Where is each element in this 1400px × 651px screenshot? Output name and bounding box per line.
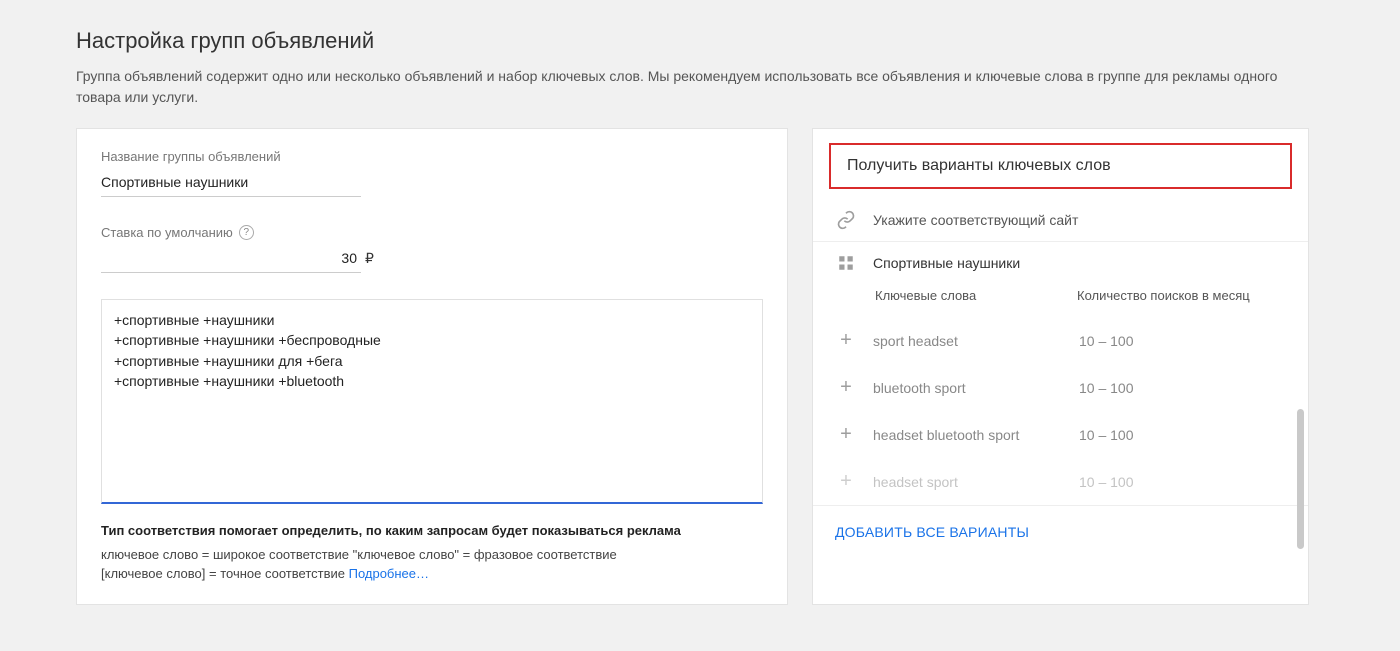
grid-icon [835,252,857,274]
suggestion-count: 10 – 100 [1079,474,1286,490]
suggestion-count: 10 – 100 [1079,427,1286,443]
keyword-suggestions-card: Получить варианты ключевых слов Укажите … [812,128,1309,605]
group-name-input[interactable] [101,170,361,197]
add-keyword-icon[interactable]: + [835,329,857,352]
ad-group-card: Название группы объявлений Ставка по умо… [76,128,788,605]
suggestion-name: sport headset [873,333,1063,349]
suggestion-name: bluetooth sport [873,380,1063,396]
col-keywords: Ключевые слова [875,288,1065,303]
suggestion-row: + sport headset 10 – 100 [835,317,1286,364]
match-type-line2-prefix: [ключевое слово] = точное соответствие [101,566,349,581]
suggestion-count: 10 – 100 [1079,380,1286,396]
currency-symbol: ₽ [365,250,374,267]
product-name: Спортивные наушники [873,255,1020,271]
suggestions-table-header: Ключевые слова Количество поисков в меся… [813,284,1308,317]
suggestions-heading: Получить варианты ключевых слов [829,143,1292,189]
match-type-heading: Тип соответствия помогает определить, по… [101,523,763,538]
suggestion-row: + headset bluetooth sport 10 – 100 [835,411,1286,458]
match-type-line1: ключевое слово = широкое соответствие "к… [101,546,763,565]
default-bid-input[interactable] [101,246,361,273]
site-input-row[interactable]: Укажите соответствующий сайт [813,199,1308,242]
keywords-textarea[interactable] [101,299,763,504]
add-all-button[interactable]: ДОБАВИТЬ ВСЕ ВАРИАНТЫ [813,505,1308,558]
group-name-label: Название группы объявлений [101,149,763,164]
link-icon [835,209,857,231]
suggestion-name: headset bluetooth sport [873,427,1063,443]
learn-more-link[interactable]: Подробнее… [349,566,429,581]
add-keyword-icon[interactable]: + [835,470,857,493]
page-subtitle: Группа объявлений содержит одно или неск… [76,66,1296,108]
add-keyword-icon[interactable]: + [835,376,857,399]
suggestion-row: + bluetooth sport 10 – 100 [835,364,1286,411]
page-title: Настройка групп объявлений [76,28,1324,54]
suggestion-count: 10 – 100 [1079,333,1286,349]
default-bid-label: Ставка по умолчанию ? [101,225,763,240]
help-icon[interactable]: ? [239,225,254,240]
default-bid-label-text: Ставка по умолчанию [101,225,233,240]
suggestion-name: headset sport [873,474,1063,490]
suggestion-row: + headset sport 10 – 100 [835,458,1286,505]
match-type-line2: [ключевое слово] = точное соответствие П… [101,565,763,584]
site-hint-text: Укажите соответствующий сайт [873,212,1078,228]
product-row: Спортивные наушники [813,242,1308,284]
suggestions-list: + sport headset 10 – 100 + bluetooth spo… [813,317,1308,505]
col-count: Количество поисков в месяц [1077,288,1286,303]
scrollbar-thumb[interactable] [1297,409,1304,549]
add-keyword-icon[interactable]: + [835,423,857,446]
